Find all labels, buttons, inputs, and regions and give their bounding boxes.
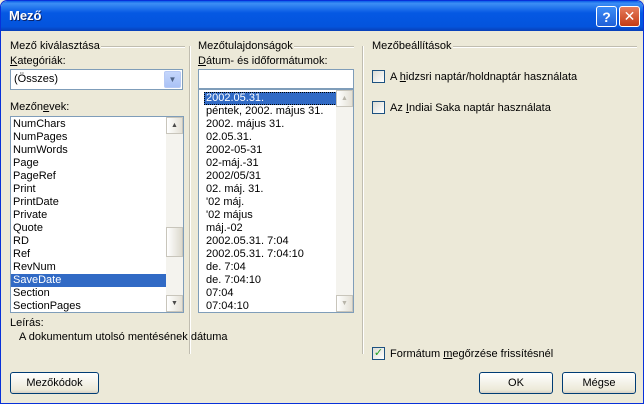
list-item[interactable]: 2002.05.31. 7:04:10 — [204, 248, 337, 261]
list-item[interactable]: de. 7:04:10 — [204, 274, 337, 287]
list-item[interactable]: Private — [11, 209, 167, 222]
separator-middle — [362, 46, 364, 354]
arrow-down-icon: ▼ — [341, 300, 348, 307]
field-codes-button[interactable]: Mezőkódok — [10, 372, 99, 394]
list-item[interactable]: 02-máj.-31 — [204, 157, 337, 170]
list-item[interactable]: 02. máj. 31. — [204, 183, 337, 196]
title-bar[interactable]: Mező ? ✕ — [1, 1, 643, 31]
cancel-button[interactable]: Mégse — [562, 372, 636, 394]
list-item[interactable]: PageRef — [11, 170, 167, 183]
list-item[interactable]: 07:04 — [204, 287, 337, 300]
hijri-calendar-checkbox[interactable] — [372, 70, 385, 83]
separator-left — [189, 46, 191, 354]
chevron-down-icon[interactable]: ▼ — [164, 71, 181, 88]
description-label: Leírás: — [10, 317, 44, 329]
list-item[interactable]: 2002/05/31 — [204, 170, 337, 183]
list-item[interactable]: NumWords — [11, 144, 167, 157]
list-item[interactable]: Print — [11, 183, 167, 196]
field-selection-group-title: Mező kiválasztása — [10, 40, 100, 52]
group-line-middle — [294, 46, 354, 48]
list-item[interactable]: SectionPages — [11, 300, 167, 312]
saka-calendar-label[interactable]: Az Indiai Saka naptár használata — [390, 102, 551, 114]
list-item[interactable]: '02 május — [204, 209, 337, 222]
list-item[interactable]: 02.05.31. — [204, 131, 337, 144]
list-item[interactable]: NumPages — [11, 131, 167, 144]
list-item[interactable]: 2002.05.31. 7:04 — [204, 235, 337, 248]
list-item[interactable]: 07:04:10 — [204, 300, 337, 312]
window-title: Mező — [9, 8, 42, 23]
help-icon: ? — [602, 8, 611, 25]
list-item[interactable]: 2002.05.31. — [204, 92, 337, 105]
date-time-formats-label: Dátum- és időformátumok: — [198, 55, 328, 67]
date-formats-scrollbar[interactable]: ▲ ▼ — [336, 90, 353, 312]
list-item[interactable]: de. 7:04 — [204, 261, 337, 274]
group-line-right — [453, 46, 637, 48]
field-properties-group-title: Mezőtulajdonságok — [198, 40, 293, 52]
scroll-down-button[interactable]: ▼ — [166, 295, 183, 312]
list-item[interactable]: Page — [11, 157, 167, 170]
help-button[interactable]: ? — [596, 6, 617, 27]
field-names-label: Mezőnevek: — [10, 101, 70, 113]
date-formats-items: 2002.05.31. péntek, 2002. május 31. 2002. … — [204, 92, 337, 312]
list-item[interactable]: 2002. május 31. — [204, 118, 337, 131]
list-item[interactable]: NumChars — [11, 118, 167, 131]
scroll-down-button[interactable]: ▼ — [336, 295, 353, 312]
arrow-up-icon: ▲ — [171, 122, 178, 129]
arrow-up-icon: ▲ — [341, 95, 348, 102]
hijri-calendar-label[interactable]: A hidzsri naptár/holdnaptár használata — [390, 71, 577, 83]
close-icon: ✕ — [623, 8, 636, 24]
list-item[interactable]: máj.-02 — [204, 222, 337, 235]
field-names-items: NumChars NumPages NumWords Page PageRef Print… — [11, 118, 167, 312]
field-options-group-title: Mezőbeállítások — [372, 40, 452, 52]
categories-label: Kategóriák: — [10, 55, 66, 67]
field-names-scrollbar[interactable]: ▲ ▼ — [166, 117, 183, 312]
date-formats-list[interactable]: 2002.05.31. péntek, 2002. május 31. 2002. … — [198, 89, 354, 313]
saka-calendar-checkbox[interactable] — [372, 101, 385, 114]
list-item[interactable]: Ref — [11, 248, 167, 261]
close-button[interactable]: ✕ — [619, 6, 640, 27]
list-item[interactable]: péntek, 2002. május 31. — [204, 105, 337, 118]
categories-value: (Összes) — [14, 73, 58, 85]
field-names-list[interactable]: NumChars NumPages NumWords Page PageRef Print… — [10, 116, 184, 313]
date-format-input[interactable] — [198, 69, 354, 89]
scroll-thumb[interactable] — [166, 227, 183, 257]
list-item[interactable]: 2002-05-31 — [204, 144, 337, 157]
description-text: A dokumentum utolsó mentésének dátuma — [19, 331, 228, 343]
scroll-up-button[interactable]: ▲ — [336, 90, 353, 107]
preserve-formatting-label[interactable]: Formátum megőrzése frissítésnél — [390, 348, 553, 360]
group-line-left — [101, 46, 185, 48]
scroll-up-button[interactable]: ▲ — [166, 117, 183, 134]
field-dialog: Mező ? ✕ Mező kiválasztása Kategóriák: (… — [0, 0, 644, 404]
categories-dropdown[interactable]: (Összes) ▼ — [10, 69, 183, 90]
arrow-down-icon: ▼ — [171, 300, 178, 307]
list-item[interactable]: Section — [11, 287, 167, 300]
list-item[interactable]: PrintDate — [11, 196, 167, 209]
list-item[interactable]: Quote — [11, 222, 167, 235]
list-item[interactable]: RD — [11, 235, 167, 248]
list-item[interactable]: '02 máj. — [204, 196, 337, 209]
checkmark-icon: ✓ — [373, 347, 384, 359]
preserve-formatting-checkbox[interactable]: ✓ — [372, 347, 385, 360]
list-item[interactable]: SaveDate — [11, 274, 167, 287]
ok-button[interactable]: OK — [479, 372, 553, 394]
list-item[interactable]: RevNum — [11, 261, 167, 274]
